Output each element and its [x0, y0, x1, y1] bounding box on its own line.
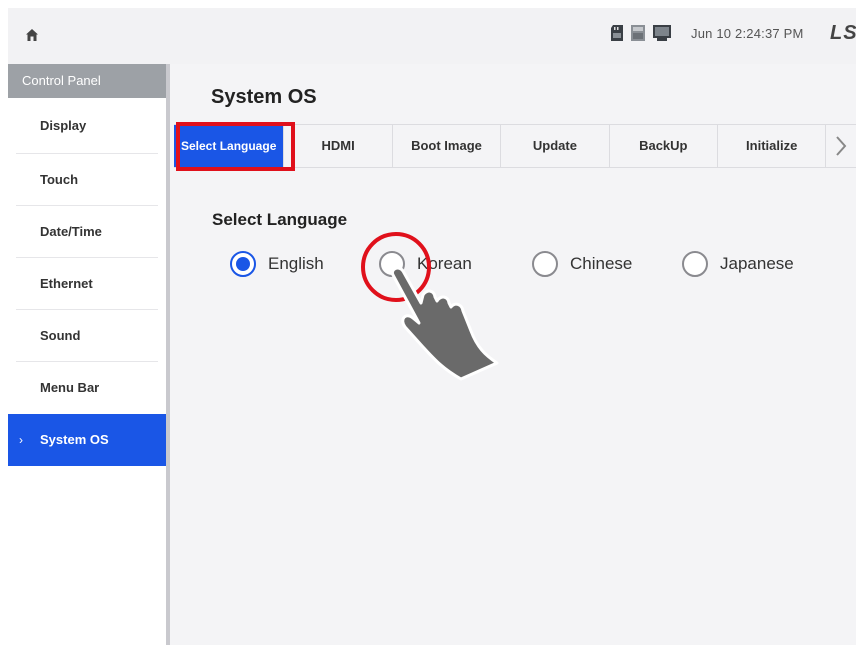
- sidebar-item-label: Date/Time: [40, 224, 102, 239]
- chevron-right-icon: [836, 136, 847, 156]
- tab-hdmi[interactable]: HDMI: [284, 125, 393, 167]
- radio-button[interactable]: [230, 251, 256, 277]
- sidebar-item-menu-bar[interactable]: Menu Bar: [16, 362, 158, 414]
- tab-select-language[interactable]: Select Language: [174, 125, 285, 167]
- sidebar-item-sound[interactable]: Sound: [16, 310, 158, 362]
- tab-backup[interactable]: BackUp: [610, 125, 718, 167]
- sidebar-item-touch[interactable]: Touch: [16, 154, 158, 206]
- sidebar-item-label: Touch: [40, 172, 79, 187]
- hand-pointer-icon: [390, 266, 499, 381]
- page-title: System OS: [211, 86, 317, 108]
- usb-icon: [631, 25, 645, 41]
- radio-chinese[interactable]: Chinese: [532, 249, 632, 279]
- monitor-icon: [653, 25, 671, 41]
- radio-button[interactable]: [379, 251, 405, 277]
- sidebar-item-ethernet[interactable]: Ethernet: [16, 258, 158, 310]
- radio-label: Japanese: [720, 254, 794, 273]
- radio-label: Chinese: [570, 254, 633, 273]
- brand-logo: LS: [830, 22, 856, 44]
- tab-boot-image[interactable]: Boot Image: [393, 125, 502, 167]
- tabs-scroll-right-button[interactable]: [826, 125, 856, 167]
- sidebar-item-label: Display: [40, 118, 87, 133]
- radio-english[interactable]: English: [230, 249, 324, 279]
- status-icons: [611, 24, 671, 42]
- tab-initialize[interactable]: Initialize: [718, 125, 827, 167]
- radio-label: Korean: [417, 254, 472, 273]
- section-title: Select Language: [212, 210, 348, 229]
- radio-button[interactable]: [532, 251, 558, 277]
- sidebar-item-label: System OS: [40, 432, 109, 447]
- top-bar: Jun 10 2:24:37 PM LS: [8, 8, 856, 64]
- sidebar-item-date-time[interactable]: Date/Time: [16, 206, 158, 258]
- sd-card-icon: [611, 25, 623, 41]
- sidebar-item-label: Sound: [40, 328, 81, 343]
- sidebar: Control Panel Display Touch Date/Time Et…: [8, 64, 170, 645]
- chevron-right-icon: ›: [19, 433, 23, 447]
- sidebar-header: Control Panel: [8, 64, 166, 98]
- clock: Jun 10 2:24:37 PM: [691, 26, 804, 41]
- radio-label: English: [268, 254, 324, 273]
- sidebar-item-display[interactable]: Display: [16, 98, 158, 154]
- sidebar-item-system-os[interactable]: › System OS: [8, 414, 166, 466]
- home-icon[interactable]: [25, 28, 39, 42]
- app-window: Jun 10 2:24:37 PM LS Control Panel Displ…: [8, 8, 856, 645]
- sidebar-item-label: Menu Bar: [40, 380, 100, 395]
- tab-bar: Select Language HDMI Boot Image Update B…: [174, 124, 856, 168]
- main-panel: System OS Select Language HDMI Boot Imag…: [174, 64, 856, 645]
- radio-korean[interactable]: Korean: [379, 249, 472, 279]
- sidebar-item-label: Ethernet: [40, 276, 93, 291]
- radio-button[interactable]: [682, 251, 708, 277]
- tab-update[interactable]: Update: [501, 125, 610, 167]
- radio-japanese[interactable]: Japanese: [682, 249, 794, 279]
